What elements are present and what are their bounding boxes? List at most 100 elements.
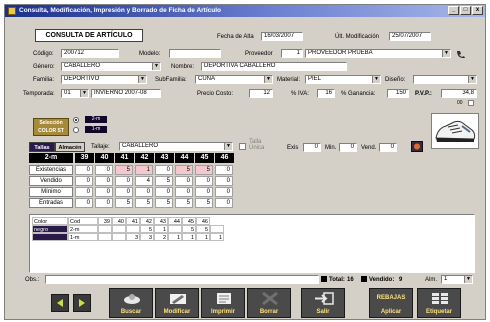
size-cell[interactable]: 5 xyxy=(115,198,133,208)
aplicar-rebajas-button[interactable]: REBAJAS Aplicar xyxy=(369,288,413,318)
stock-list-column-header[interactable]: 39 xyxy=(98,217,112,225)
size-cell[interactable]: 5 xyxy=(135,198,153,208)
familia-select[interactable]: DEPORTIVO ▼ xyxy=(61,75,147,84)
arrow-left-icon xyxy=(57,299,63,307)
temporada-code-select[interactable]: 01 ▼ xyxy=(61,89,89,98)
stock-list-column-header[interactable]: 46 xyxy=(196,217,210,225)
tab-tallas[interactable]: Tallas xyxy=(29,142,55,152)
temporada-field[interactable]: INVIERNO 2007-08 xyxy=(91,89,161,98)
color-radio-1[interactable] xyxy=(73,117,79,123)
phone-icon[interactable] xyxy=(455,49,467,59)
etiquetar-button[interactable]: Etiquetar xyxy=(417,288,461,318)
stock-list-column-header[interactable]: 41 xyxy=(126,217,140,225)
prev-record-button[interactable] xyxy=(51,294,69,312)
alm-select[interactable]: 1 ▼ xyxy=(441,275,473,284)
size-cell[interactable]: 0 xyxy=(115,187,133,197)
size-cell[interactable]: 5 xyxy=(175,198,193,208)
size-cell[interactable]: 5 xyxy=(175,165,193,175)
iva-field[interactable]: 16 xyxy=(317,89,335,98)
stock-list-column-header[interactable]: 45 xyxy=(182,217,196,225)
size-cell[interactable]: 0 xyxy=(95,187,113,197)
precio-costo-field[interactable]: 12 xyxy=(249,89,273,98)
proveedor-label: Proveedor xyxy=(245,51,273,57)
color-radio-2[interactable] xyxy=(73,127,79,133)
diseno-select[interactable]: ▼ xyxy=(413,75,477,84)
pvp-check[interactable] xyxy=(468,100,474,106)
product-photo[interactable] xyxy=(431,113,479,149)
next-record-button[interactable] xyxy=(73,294,91,312)
talla-unica-checkbox[interactable] xyxy=(239,143,246,150)
borrar-button[interactable]: Borrar xyxy=(247,288,291,318)
modelo-field[interactable] xyxy=(169,49,221,58)
seleccion-color-button[interactable]: Selección COLOR ST xyxy=(33,118,69,136)
stock-list-column-header[interactable]: 42 xyxy=(140,217,154,225)
maximize-button[interactable]: □ xyxy=(460,6,471,15)
nombre-field[interactable]: DEPORTIVA CABALLERO xyxy=(201,62,347,71)
ult-modificacion-field[interactable]: 25/07/2007 xyxy=(389,32,431,41)
stock-size-cell xyxy=(112,225,126,233)
size-cell[interactable]: 4 xyxy=(135,176,153,186)
minimize-button[interactable]: _ xyxy=(448,6,459,15)
size-cell[interactable]: 5 xyxy=(115,165,133,175)
genero-select[interactable]: CABALLERO ▼ xyxy=(61,62,161,71)
stock-list-column-header[interactable]: Cod xyxy=(68,217,98,225)
buscar-button[interactable]: Buscar xyxy=(109,288,153,318)
ganancia-field[interactable]: 150 xyxy=(387,89,409,98)
size-cell[interactable]: 0 xyxy=(95,198,113,208)
size-cell[interactable]: 0 xyxy=(175,187,193,197)
size-cell[interactable]: 0 xyxy=(155,187,173,197)
borrar-label: Borrar xyxy=(259,309,279,315)
size-cell[interactable]: 0 xyxy=(195,187,213,197)
stock-list-column-header[interactable]: 40 xyxy=(112,217,126,225)
imprimir-button[interactable]: Imprimir xyxy=(201,288,245,318)
size-cell[interactable]: 0 xyxy=(115,176,133,186)
size-cell[interactable]: 0 xyxy=(75,198,93,208)
size-cell[interactable]: 0 xyxy=(215,187,233,197)
size-cell[interactable]: 0 xyxy=(95,165,113,175)
tab-almacen[interactable]: Almacén xyxy=(55,142,85,152)
stock-size-cell xyxy=(98,225,112,233)
size-cell[interactable]: 1 xyxy=(135,165,153,175)
pvp-field[interactable]: 34,8 xyxy=(441,89,477,98)
salir-button[interactable]: Salir xyxy=(301,288,345,318)
stock-list-column-header[interactable]: 44 xyxy=(168,217,182,225)
size-cell[interactable]: 0 xyxy=(135,187,153,197)
size-cell[interactable]: 0 xyxy=(75,187,93,197)
size-cell[interactable]: 5 xyxy=(155,176,173,186)
modificar-button[interactable]: Modificar xyxy=(155,288,199,318)
size-cell[interactable]: 0 xyxy=(95,176,113,186)
stock-color-cell xyxy=(32,233,68,241)
size-cell[interactable]: 0 xyxy=(195,176,213,186)
stock-list[interactable]: Color Cod 39 40 41 42 43 44 45 46 negro 2-m 5 1 5 5 1-m… xyxy=(29,214,475,273)
stock-list-column-header[interactable]: 43 xyxy=(154,217,168,225)
size-cell[interactable]: 0 xyxy=(215,198,233,208)
codigo-field[interactable]: 200712 xyxy=(61,49,119,58)
exis-field[interactable]: 0 xyxy=(303,143,321,152)
size-cell[interactable]: 0 xyxy=(75,176,93,186)
fecha-alta-field[interactable]: 16/03/2007 xyxy=(261,32,303,41)
min-field[interactable]: 0 xyxy=(339,143,357,152)
size-cell[interactable]: 0 xyxy=(175,176,193,186)
size-cell[interactable]: 5 xyxy=(155,198,173,208)
chevron-down-icon: ▼ xyxy=(80,90,88,97)
obs-field[interactable] xyxy=(45,275,319,284)
color-swatch-1[interactable]: 2-m xyxy=(85,116,107,123)
size-cell[interactable]: 0 xyxy=(155,165,173,175)
refresh-icon[interactable] xyxy=(411,141,423,152)
proveedor-select[interactable]: PROVEEDOR PRUEBA ▼ xyxy=(305,49,451,58)
material-select[interactable]: PIEL ▼ xyxy=(305,75,381,84)
color-swatch-2[interactable]: 1-m xyxy=(85,126,107,133)
stock-list-column-header[interactable]: Color xyxy=(32,217,68,225)
delete-icon xyxy=(262,292,278,305)
chevron-down-icon: ▼ xyxy=(464,276,472,283)
size-cell[interactable]: 0 xyxy=(75,165,93,175)
close-button[interactable]: x xyxy=(472,6,483,15)
size-cell[interactable]: 5 xyxy=(195,198,213,208)
size-cell[interactable]: 5 xyxy=(195,165,213,175)
vend-field[interactable]: 0 xyxy=(379,143,397,152)
size-cell[interactable]: 0 xyxy=(215,165,233,175)
tallaje-select[interactable]: CABALLERO ▼ xyxy=(119,142,233,151)
size-cell[interactable]: 0 xyxy=(215,176,233,186)
subfamilia-select[interactable]: CUÑA ▼ xyxy=(195,75,273,84)
proveedor-num-field[interactable]: 1 xyxy=(281,49,303,58)
